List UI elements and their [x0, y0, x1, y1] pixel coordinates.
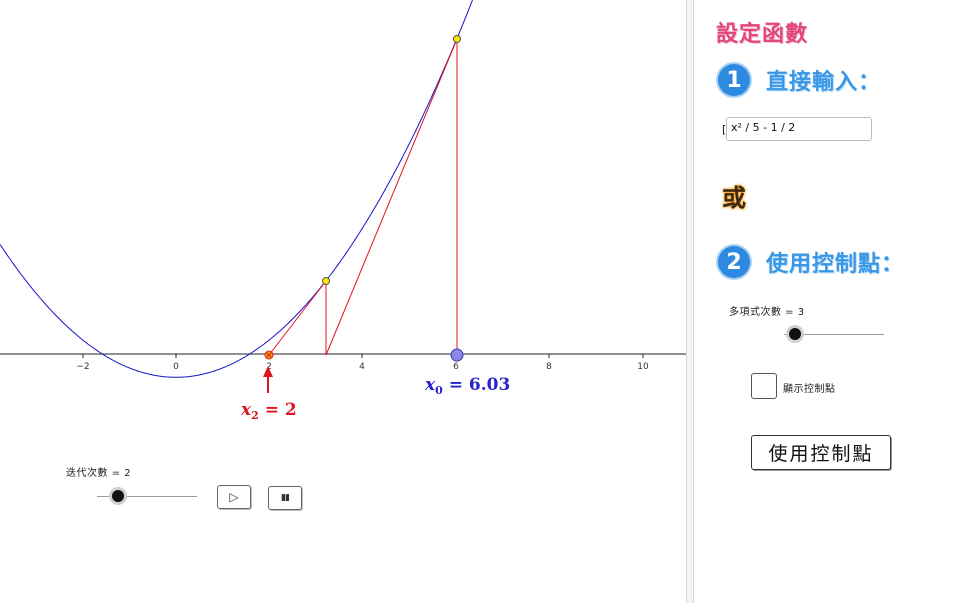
x0-draggable-point[interactable]	[450, 348, 464, 362]
graph-canvas[interactable]: −2 0 2 4 6 8 10 x2 = 2 x0 = 6.03	[0, 0, 688, 603]
step2-heading: 2 使用控制點：	[718, 246, 904, 278]
iterations-label: 迭代次數 = 2	[66, 468, 132, 479]
panel-title: 設定函數	[716, 22, 809, 47]
step1-text: 直接輸入：	[766, 70, 882, 95]
show-control-points-label: 顯示控制點	[783, 384, 836, 395]
step2-number-icon: 2	[718, 246, 750, 278]
step1-heading: 1 直接輸入：	[718, 64, 881, 96]
tick-label: 6	[453, 362, 459, 372]
x-axis-tick-labels: −2 0 2 4 6 8 10	[76, 362, 649, 372]
newton-iteration-lines	[268, 38, 458, 356]
poly-degree-slider-knob[interactable]	[789, 328, 801, 340]
view-splitter[interactable]	[686, 0, 694, 603]
or-label: 或	[722, 184, 746, 212]
tangent-line-x0	[325, 38, 458, 356]
step2-text: 使用控制點：	[766, 252, 905, 277]
function-input[interactable]: x² / 5 - 1 / 2	[726, 117, 872, 141]
settings-panel: 設定函數 1 直接輸入： [ x² / 5 - 1 / 2 或 2 使用控制點：…	[694, 0, 967, 603]
show-control-points-checkbox[interactable]	[751, 373, 777, 399]
geogebra-app: −2 0 2 4 6 8 10 x2 = 2 x0 = 6.03 迭代次數 = …	[0, 0, 967, 603]
function-curve[interactable]	[0, 0, 480, 378]
poly-degree-label: 多項式次數 = 3	[729, 307, 805, 318]
tick-label: 4	[359, 362, 365, 372]
x0-value-label: x0 = 6.03	[424, 375, 510, 397]
x2-point	[264, 350, 274, 360]
play-button[interactable]: ▷	[217, 485, 251, 509]
play-icon: ▷	[229, 490, 239, 504]
pause-icon: ▮▮	[281, 493, 290, 503]
iterations-slider-knob[interactable]	[112, 490, 124, 502]
tick-label: −2	[76, 362, 89, 372]
pause-button[interactable]: ▮▮	[268, 486, 302, 510]
tick-label: 8	[546, 362, 552, 372]
tick-label: 0	[173, 362, 179, 372]
use-control-points-button[interactable]: 使用控制點	[751, 435, 891, 470]
curve-point-x0	[453, 35, 461, 43]
tangent-line-x1	[268, 280, 327, 356]
x2-value-label: x2 = 2	[240, 400, 297, 422]
graphics-view[interactable]: −2 0 2 4 6 8 10 x2 = 2 x0 = 6.03 迭代次數 = …	[0, 0, 688, 603]
step1-number-icon: 1	[718, 64, 750, 96]
x-axis-ticks	[82, 354, 644, 358]
curve-point-x1	[322, 277, 330, 285]
tick-label: 10	[637, 362, 649, 372]
